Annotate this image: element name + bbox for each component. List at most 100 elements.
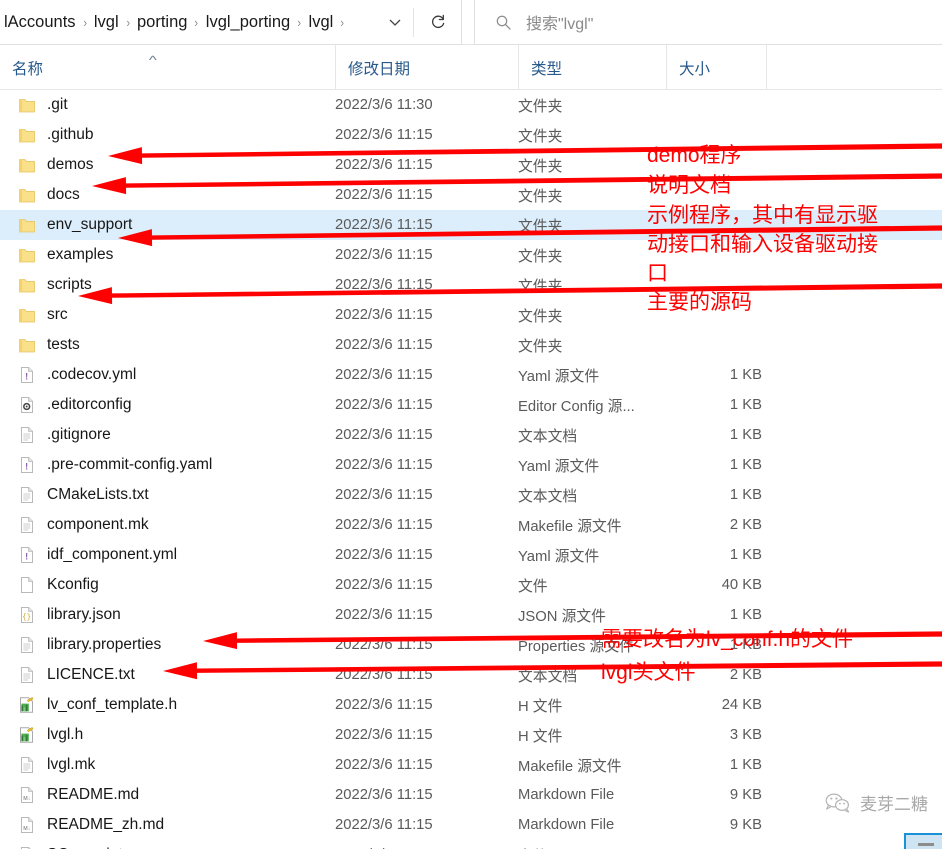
file-row[interactable]: SConscript2022/3/6 11:15文件1 KB [0, 840, 942, 849]
file-name-label: lvgl.h [47, 726, 84, 743]
breadcrumb-item-3[interactable]: lvgl_porting [203, 11, 293, 34]
file-name-cell[interactable]: CMakeLists.txt [0, 486, 330, 504]
file-name-cell[interactable]: .editorconfig [0, 396, 330, 414]
column-header-row: 名称 ^ 修改日期 类型 大小 [0, 45, 942, 90]
file-explorer-window: lAccounts › lvgl › porting › lvgl_portin… [0, 0, 942, 849]
file-row[interactable]: .git 2022/3/6 11:30 文件夹 [0, 90, 942, 120]
yaml-file-icon: ! [18, 366, 36, 384]
file-name-cell[interactable]: docs [0, 186, 330, 204]
file-name-cell[interactable]: {} library.json [0, 606, 330, 624]
column-header-date[interactable]: 修改日期 [335, 45, 518, 90]
svg-text:{}: {} [22, 614, 31, 622]
search-input[interactable]: 搜索"lvgl" [526, 10, 593, 34]
file-name-cell[interactable]: examples [0, 246, 330, 264]
file-list[interactable]: .git 2022/3/6 11:30 文件夹 .github 2022/3/6 11:… [0, 90, 942, 849]
file-row[interactable]: ! .codecov.yml 2022/3/6 11:15 Yaml 源文件 1 KB [0, 360, 942, 390]
address-bar: lAccounts › lvgl › porting › lvgl_portin… [0, 0, 942, 45]
file-row[interactable]: scripts 2022/3/6 11:15 文件夹 [0, 270, 942, 300]
file-name-cell[interactable]: env_support [0, 216, 330, 234]
file-name-cell[interactable]: ! .codecov.yml [0, 366, 330, 384]
file-size-cell: 1 KB [729, 757, 762, 773]
file-name-label: README.md [47, 786, 140, 803]
file-row[interactable]: M↓ README_zh.md 2022/3/6 11:15 Markdown Fil… [0, 810, 942, 840]
file-row[interactable]: LICENCE.txt 2022/3/6 11:15 文本文档 2 KB [0, 660, 942, 690]
column-header-size[interactable]: 大小 [666, 45, 766, 90]
breadcrumb-separator-1: › [125, 14, 130, 30]
file-name-label: lv_conf_template.h [47, 696, 178, 713]
file-row[interactable]: env_support 2022/3/6 11:15 文件夹 [0, 210, 942, 240]
search-box[interactable]: 搜索"lvgl" [474, 0, 942, 45]
file-name-label: examples [47, 246, 114, 263]
file-size-cell: 24 KB [721, 697, 762, 713]
breadcrumb-item-1[interactable]: lvgl [91, 11, 122, 34]
file-name-label: lvgl.mk [47, 756, 96, 773]
file-row[interactable]: ! .pre-commit-config.yaml 2022/3/6 11:15 Ya… [0, 450, 942, 480]
file-row[interactable]: {} library.json 2022/3/6 11:15 JSON 源文件 1 KB [0, 600, 942, 630]
file-date-cell: 2022/3/6 11:15 [335, 307, 433, 323]
breadcrumb-item-0[interactable]: lAccounts [1, 11, 79, 34]
file-row[interactable]: demos 2022/3/6 11:15 文件夹 [0, 150, 942, 180]
breadcrumb[interactable]: lAccounts › lvgl › porting › lvgl_portin… [0, 11, 349, 34]
file-row[interactable]: M↓ README.md 2022/3/6 11:15 Markdown File 9 … [0, 780, 942, 810]
file-row[interactable]: examples 2022/3/6 11:15 文件夹 [0, 240, 942, 270]
file-name-label: env_support [47, 216, 133, 233]
file-name-cell[interactable]: LICENCE.txt [0, 666, 330, 684]
file-row[interactable]: .github 2022/3/6 11:15 文件夹 [0, 120, 942, 150]
chevron-down-icon[interactable] [384, 11, 406, 33]
wechat-icon [825, 792, 851, 814]
file-date-cell: 2022/3/6 11:15 [335, 517, 433, 533]
file-name-cell[interactable]: src [0, 306, 330, 324]
file-size-cell: 2 KB [729, 667, 762, 683]
breadcrumb-item-2[interactable]: porting [134, 11, 190, 34]
file-name-cell[interactable]: M↓ README_zh.md [0, 816, 330, 834]
file-row[interactable]: .gitignore 2022/3/6 11:15 文本文档 1 KB [0, 420, 942, 450]
file-name-cell[interactable]: .gitignore [0, 426, 330, 444]
file-name-cell[interactable]: lvgl.mk [0, 756, 330, 774]
file-name-cell[interactable]: M↓ README.md [0, 786, 330, 804]
h-file-icon [18, 726, 36, 744]
breadcrumb-bar[interactable]: lAccounts › lvgl › porting › lvgl_portin… [0, 0, 462, 45]
file-name-cell[interactable]: scripts [0, 276, 330, 294]
file-row[interactable]: Kconfig 2022/3/6 11:15 文件 40 KB [0, 570, 942, 600]
column-header-name[interactable]: 名称 ^ [0, 45, 335, 90]
file-name-label: LICENCE.txt [47, 666, 135, 683]
file-row[interactable]: library.properties 2022/3/6 11:15 Properti… [0, 630, 942, 660]
file-date-cell: 2022/3/6 11:15 [335, 547, 433, 563]
file-row[interactable]: .editorconfig 2022/3/6 11:15 Editor Config… [0, 390, 942, 420]
file-date-cell: 2022/3/6 11:15 [335, 457, 433, 473]
refresh-icon[interactable] [425, 9, 451, 35]
file-name-cell[interactable]: ! idf_component.yml [0, 546, 330, 564]
file-row[interactable]: tests 2022/3/6 11:15 文件夹 [0, 330, 942, 360]
file-date-cell: 2022/3/6 11:15 [335, 487, 433, 503]
file-name-cell[interactable]: lvgl.h [0, 726, 330, 744]
file-type-cell: 文件夹 [518, 248, 563, 265]
file-row[interactable]: lvgl.h 2022/3/6 11:15 H 文件 3 KB [0, 720, 942, 750]
file-type-cell: H 文件 [518, 698, 563, 715]
file-name-cell[interactable]: ! .pre-commit-config.yaml [0, 456, 330, 474]
file-row[interactable]: docs 2022/3/6 11:15 文件夹 [0, 180, 942, 210]
file-name-cell[interactable]: lv_conf_template.h [0, 696, 330, 714]
file-name-cell[interactable]: tests [0, 336, 330, 354]
file-date-cell: 2022/3/6 11:15 [335, 637, 433, 653]
file-type-cell: 文本文档 [518, 428, 578, 445]
breadcrumb-separator-0: › [82, 14, 87, 30]
column-header-type[interactable]: 类型 [518, 45, 666, 90]
breadcrumb-item-4[interactable]: lvgl [306, 11, 337, 34]
file-name-label: .editorconfig [47, 396, 132, 413]
file-name-label: docs [47, 186, 80, 203]
file-type-cell: Editor Config 源... [518, 398, 635, 415]
file-row[interactable]: CMakeLists.txt 2022/3/6 11:15 文本文档 1 KB [0, 480, 942, 510]
file-name-cell[interactable]: .git [0, 96, 330, 114]
file-name-cell[interactable]: demos [0, 156, 330, 174]
file-name-label: .github [47, 126, 94, 143]
file-type-cell: H 文件 [518, 728, 563, 745]
file-name-cell[interactable]: library.properties [0, 636, 330, 654]
file-name-cell[interactable]: .github [0, 126, 330, 144]
file-row[interactable]: lv_conf_template.h 2022/3/6 11:15 H 文件 24 K… [0, 690, 942, 720]
file-row[interactable]: src 2022/3/6 11:15 文件夹 [0, 300, 942, 330]
file-row[interactable]: lvgl.mk 2022/3/6 11:15 Makefile 源文件 1 KB [0, 750, 942, 780]
file-row[interactable]: component.mk 2022/3/6 11:15 Makefile 源文件 2 … [0, 510, 942, 540]
file-name-cell[interactable]: component.mk [0, 516, 330, 534]
file-name-cell[interactable]: Kconfig [0, 576, 330, 594]
file-row[interactable]: ! idf_component.yml 2022/3/6 11:15 Yaml 源文件… [0, 540, 942, 570]
